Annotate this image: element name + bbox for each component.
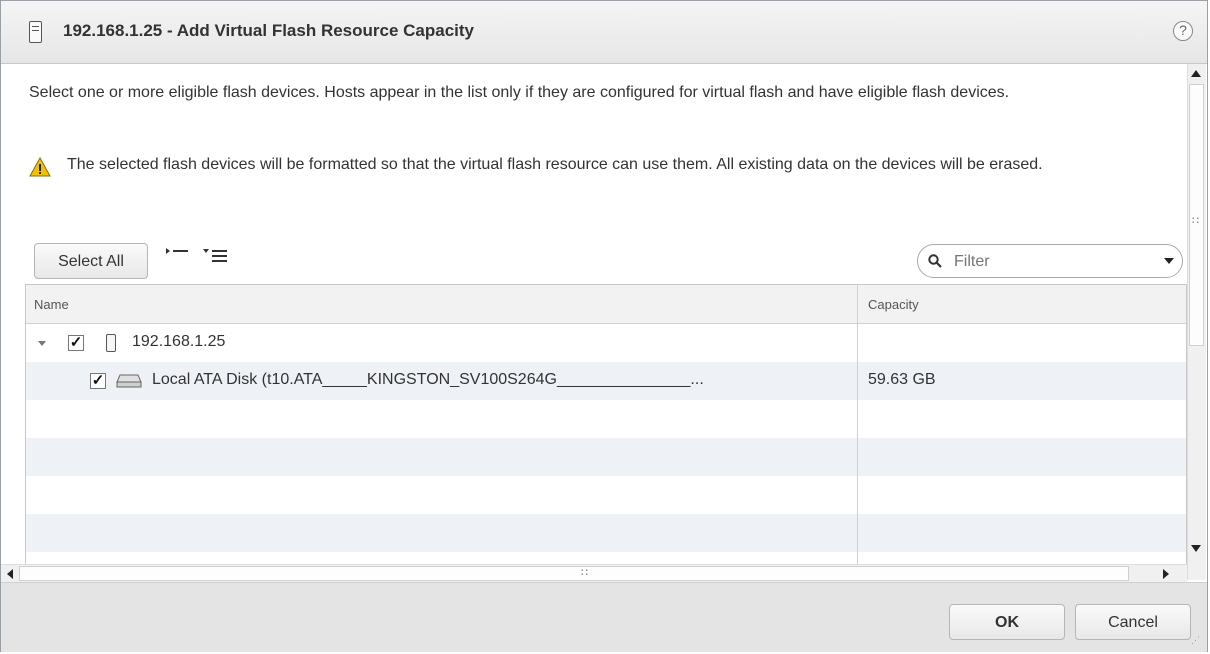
expand-all-icon[interactable] [165,247,189,261]
warning-icon [29,157,51,177]
grip-icon: ∷ [581,567,588,579]
scroll-left-icon[interactable] [7,569,13,579]
table-row-empty [26,514,1186,552]
disk-name: Local ATA Disk (t10.ATA_____KINGSTON_SV1… [152,371,704,388]
description-text: Select one or more eligible flash device… [29,84,1010,101]
scroll-up-icon[interactable] [1191,70,1201,77]
table-row-host[interactable]: ✓ 192.168.1.25 [26,324,1186,362]
dialog-footer: OK Cancel ⋰ [1,582,1207,652]
column-divider[interactable] [857,285,858,579]
filter-box[interactable] [917,244,1183,278]
grid-header: Name Capacity [26,285,1186,324]
scroll-right-icon[interactable] [1163,569,1169,579]
warning-text: The selected flash devices will be forma… [67,156,1043,173]
disk-capacity: 59.63 GB [868,371,936,388]
host-name: 192.168.1.25 [132,333,226,350]
resize-handle-icon[interactable]: ⋰ [1191,635,1200,646]
collapse-all-icon[interactable] [202,247,228,265]
help-icon[interactable]: ? [1173,21,1193,41]
cancel-button[interactable]: Cancel [1075,604,1191,640]
grip-icon: ∷ [1192,215,1199,227]
dialog-title-bar[interactable]: 192.168.1.25 - Add Virtual Flash Resourc… [1,1,1207,64]
table-row-empty [26,438,1186,476]
search-icon [928,254,942,268]
column-header-name[interactable]: Name [34,297,69,312]
table-row-empty [26,476,1186,514]
table-row-disk[interactable]: ✓ Local ATA Disk (t10.ATA_____KINGSTON_S… [26,362,1186,400]
dialog-body: Select one or more eligible flash device… [1,64,1207,583]
chevron-down-icon[interactable] [1164,258,1174,264]
vertical-scrollbar[interactable]: ∷ [1187,64,1206,580]
ok-button[interactable]: OK [949,604,1065,640]
host-icon [29,21,42,43]
filter-input[interactable] [952,250,1146,274]
host-icon [106,334,116,352]
flash-devices-grid: Name Capacity ✓ 192.168.1.25 ✓ Local ATA… [25,284,1187,580]
horizontal-scrollbar[interactable]: ∷ [1,564,1187,583]
scrollbar-thumb[interactable] [19,566,1129,581]
disk-checkbox[interactable]: ✓ [90,373,106,389]
scroll-down-icon[interactable] [1191,545,1201,552]
column-header-capacity[interactable]: Capacity [868,297,919,312]
dialog-title: 192.168.1.25 - Add Virtual Flash Resourc… [63,21,475,40]
host-checkbox[interactable]: ✓ [68,335,84,351]
add-virtual-flash-dialog: 192.168.1.25 - Add Virtual Flash Resourc… [0,0,1208,652]
tree-expand-icon[interactable] [38,341,46,346]
table-row-empty [26,400,1186,438]
disk-icon [116,374,142,388]
select-all-button[interactable]: Select All [34,243,148,279]
